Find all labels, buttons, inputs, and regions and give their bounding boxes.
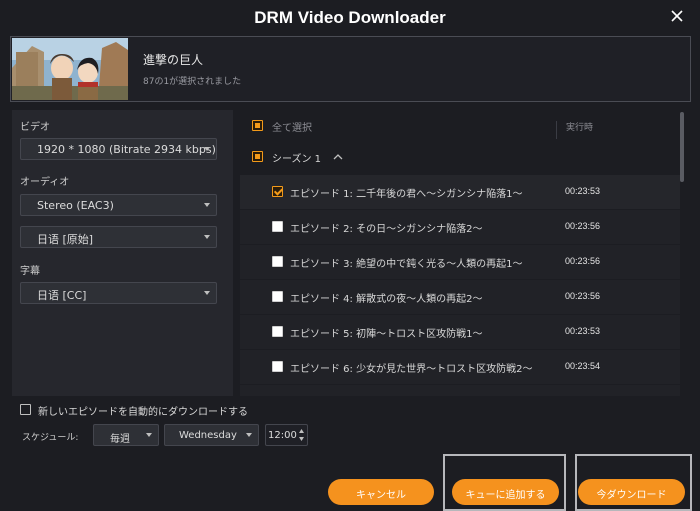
- download-now-button[interactable]: 今ダウンロード: [578, 479, 685, 505]
- subtitle-label: 字幕: [20, 266, 40, 277]
- episode-checkbox[interactable]: [272, 256, 283, 267]
- episode-row[interactable]: エピソード 4: 解散式の夜～人類の再起2～ 00:23:56: [240, 280, 680, 314]
- season-header[interactable]: シーズン 1: [240, 146, 680, 168]
- video-label: ビデオ: [20, 122, 50, 133]
- schedule-label: スケジュール:: [22, 433, 79, 443]
- episode-list-scrollbar[interactable]: [680, 112, 684, 182]
- auto-download-panel: 新しいエピソードを自動的にダウンロードする スケジュール: 毎週 Wednesd…: [12, 396, 691, 454]
- chevron-down-icon: [246, 433, 252, 437]
- episode-runtime: 00:23:56: [565, 256, 601, 266]
- header-divider: [556, 121, 557, 139]
- list-header: 全て選択 実行時: [240, 114, 680, 144]
- audio-language-select[interactable]: 日语 [原始]: [20, 226, 217, 248]
- episode-checkbox[interactable]: [272, 186, 283, 197]
- select-all-checkbox[interactable]: [252, 120, 263, 131]
- frequency-select[interactable]: 毎週: [93, 424, 159, 446]
- audio-label: オーディオ: [20, 177, 70, 188]
- episode-row[interactable]: エピソード 5: 初陣～トロスト区攻防戦1～ 00:23:53: [240, 315, 680, 349]
- chevron-down-icon: [204, 203, 210, 207]
- episode-title: エピソード 3: 絶望の中で鈍く光る～人類の再起1～: [290, 259, 523, 270]
- audio-language-value: 日语 [原始]: [37, 233, 94, 246]
- episode-title: エピソード 1: 二千年後の君へ～シガンシナ陥落1～: [290, 189, 523, 200]
- episode-row[interactable]: エピソード 3: 絶望の中で鈍く光る～人類の再起1～ 00:23:56: [240, 245, 680, 279]
- episode-row[interactable]: エピソード 2: その日～シガンシナ陥落2～ 00:23:56: [240, 210, 680, 244]
- show-thumbnail: [12, 38, 128, 100]
- cancel-button[interactable]: キャンセル: [328, 479, 434, 505]
- episode-title: エピソード 4: 解散式の夜～人類の再起2～: [290, 294, 483, 305]
- episode-runtime: 00:23:54: [565, 361, 601, 371]
- episode-runtime: 00:23:53: [565, 326, 601, 336]
- episode-list-panel: 全て選択 実行時 シーズン 1 エピソード 1: 二千年後の君へ～シガンシナ陥落…: [240, 110, 690, 396]
- auto-download-label: 新しいエピソードを自動的にダウンロードする: [38, 407, 248, 418]
- season-checkbox[interactable]: [252, 151, 263, 162]
- chevron-down-icon: [204, 291, 210, 295]
- time-value: 12:00: [268, 430, 297, 441]
- weekday-select[interactable]: Wednesday: [164, 424, 259, 446]
- time-stepper[interactable]: 12:00: [265, 424, 308, 446]
- episode-row[interactable]: エピソード 1: 二千年後の君へ～シガンシナ陥落1～ 00:23:53: [240, 175, 680, 209]
- chevron-up-icon[interactable]: [333, 153, 343, 161]
- audio-track-select[interactable]: Stereo (EAC3): [20, 194, 217, 216]
- episode-checkbox[interactable]: [272, 221, 283, 232]
- add-to-queue-button[interactable]: キューに追加する: [452, 479, 559, 505]
- frequency-value: 毎週: [110, 434, 130, 445]
- settings-panel: ビデオ 1920 * 1080 (Bitrate 2934 kbps) オーディ…: [12, 110, 233, 396]
- auto-download-checkbox[interactable]: [20, 404, 31, 415]
- episode-title: エピソード 5: 初陣～トロスト区攻防戦1～: [290, 329, 483, 340]
- subtitle-value: 日语 [CC]: [37, 289, 87, 302]
- episode-row-partial: [240, 385, 680, 396]
- episode-checkbox[interactable]: [272, 291, 283, 302]
- episode-title: エピソード 2: その日～シガンシナ陥落2～: [290, 224, 483, 235]
- close-icon[interactable]: [668, 7, 686, 25]
- title-bar: DRM Video Downloader: [0, 0, 700, 36]
- episode-checkbox[interactable]: [272, 361, 283, 372]
- episode-runtime: 00:23:56: [565, 221, 601, 231]
- episode-runtime: 00:23:56: [565, 291, 601, 301]
- show-info-panel: 進撃の巨人 87の1が選択されました: [10, 36, 691, 102]
- runtime-header: 実行時: [566, 123, 594, 133]
- episode-title: エピソード 6: 少女が見た世界～トロスト区攻防戦2～: [290, 364, 533, 375]
- selection-status: 87の1が選択されました: [143, 77, 242, 87]
- episode-row[interactable]: エピソード 6: 少女が見た世界～トロスト区攻防戦2～ 00:23:54: [240, 350, 680, 384]
- stepper-arrows-icon[interactable]: [298, 427, 305, 443]
- episode-checkbox[interactable]: [272, 326, 283, 337]
- window-title: DRM Video Downloader: [254, 8, 446, 27]
- video-quality-value: 1920 * 1080 (Bitrate 2934 kbps): [37, 143, 216, 156]
- video-quality-select[interactable]: 1920 * 1080 (Bitrate 2934 kbps): [20, 138, 217, 160]
- chevron-down-icon: [146, 433, 152, 437]
- audio-track-value: Stereo (EAC3): [37, 199, 114, 212]
- chevron-down-icon: [204, 235, 210, 239]
- select-all-label: 全て選択: [272, 123, 312, 134]
- subtitle-select[interactable]: 日语 [CC]: [20, 282, 217, 304]
- show-title: 進撃の巨人: [143, 53, 204, 67]
- season-label: シーズン 1: [272, 154, 322, 165]
- episode-runtime: 00:23:53: [565, 186, 601, 196]
- chevron-down-icon: [204, 147, 210, 151]
- weekday-value: Wednesday: [179, 430, 237, 441]
